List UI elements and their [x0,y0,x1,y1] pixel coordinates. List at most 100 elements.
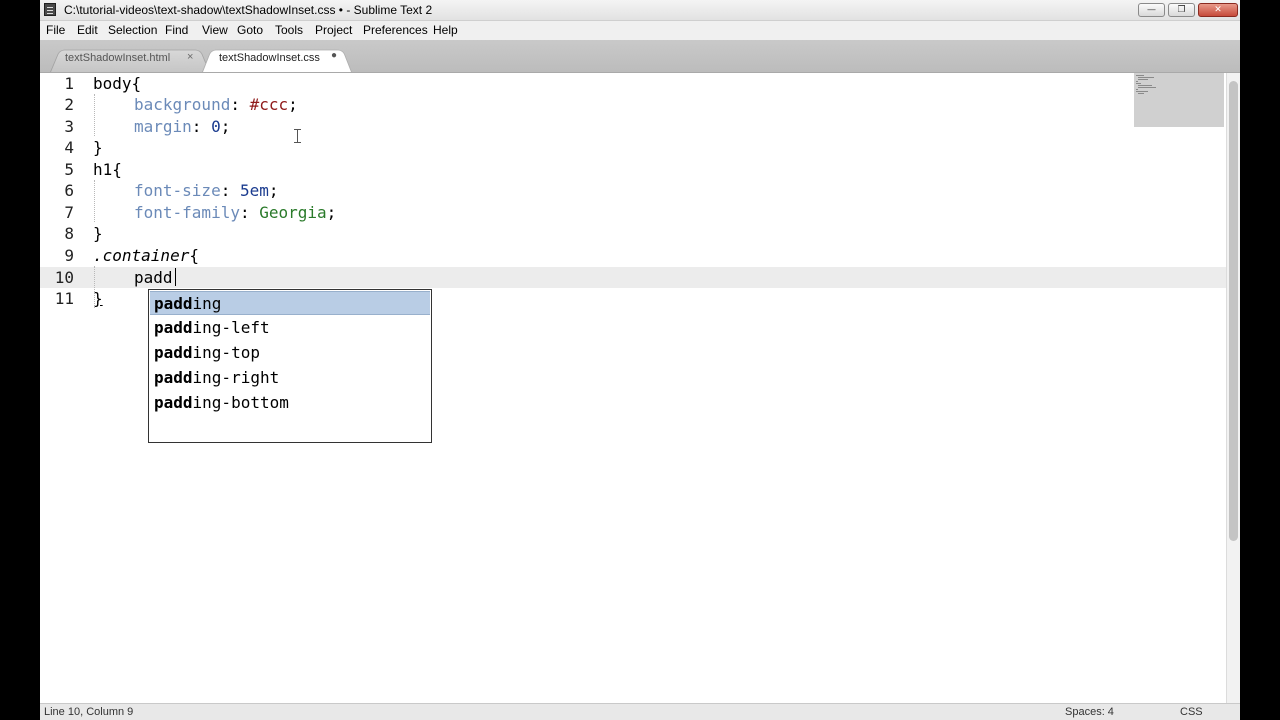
line-number: 2 [64,95,74,114]
autocomplete-rest: ing-left [192,318,270,337]
css-value: #ccc [249,95,289,114]
menu-edit[interactable]: Edit [77,23,98,37]
css-selector: body [93,74,132,93]
menu-view[interactable]: View [202,23,228,37]
code-editor[interactable]: 1 2 3 4 5 6 7 8 9 10 11 body{ background… [40,73,1226,703]
css-property: font-family [134,203,240,222]
menu-tools[interactable]: Tools [275,23,303,37]
colon: : [220,181,240,200]
code-line: body{ [93,73,141,94]
tab-label: textShadowInset.css [219,52,320,64]
colon: : [239,203,260,222]
menu-file[interactable]: File [46,23,65,37]
indent-guide [94,94,95,136]
maximize-button[interactable]: ❐ [1168,3,1195,17]
css-value: Georgia [259,203,327,222]
open-brace: { [112,160,122,179]
line-number: 7 [64,203,74,222]
line-number: 1 [64,74,74,93]
autocomplete-match: padd [154,318,193,337]
line-number: 4 [64,138,74,157]
code-line: } [93,289,103,308]
autocomplete-match: padd [154,368,193,387]
tab-html-file[interactable]: textShadowInset.html × [50,46,210,72]
code-line: font-family: Georgia; [134,202,336,223]
minimap-line [1138,79,1148,80]
autocomplete-item[interactable]: padding-right [150,366,430,390]
css-property: background [134,95,231,114]
menu-selection[interactable]: Selection [108,23,157,37]
cursor-position: Line 10, Column 9 [44,706,134,718]
line-number: 9 [64,246,74,265]
autocomplete-item[interactable]: padding-bottom [150,391,430,415]
minimap-line [1138,93,1144,94]
code-line: margin: 0; [134,116,230,137]
autocomplete-match: padd [154,393,193,412]
tab-close-icon[interactable]: × [187,51,193,63]
vertical-scrollbar[interactable] [1226,73,1240,703]
code-line: } [93,224,103,243]
minimap-line [1136,75,1144,76]
tab-label: textShadowInset.html [65,52,171,64]
semicolon: ; [268,181,279,200]
code-line: padd [134,268,173,287]
scroll-thumb[interactable] [1229,81,1238,541]
minimap[interactable] [1134,73,1224,127]
minimap-line [1136,83,1141,84]
autocomplete-rest: ing [192,294,222,313]
css-property: font-size [134,181,221,200]
close-button[interactable]: ✕ [1198,3,1238,17]
semicolon: ; [288,95,298,114]
autocomplete-item[interactable]: padding [150,291,430,315]
semicolon: ; [220,117,231,136]
css-selector: .container [93,246,190,265]
line-number: 3 [64,117,74,136]
minimize-button[interactable]: — [1138,3,1165,17]
unsaved-dot-icon: ● [331,50,338,61]
autocomplete-popup: padding padding-left padding-top padding… [148,289,432,443]
css-value: 5em [239,181,269,200]
code-line: .container{ [93,245,199,266]
minimap-line [1138,85,1152,86]
menu-project[interactable]: Project [315,23,352,37]
colon: : [230,95,250,114]
ibeam-cursor-icon [294,129,304,143]
menu-goto[interactable]: Goto [237,23,263,37]
autocomplete-item[interactable]: padding-left [150,316,430,340]
autocomplete-item[interactable]: padding-top [150,341,430,365]
css-value: 0 [211,117,221,136]
indent-guide [94,180,95,222]
indentation-setting[interactable]: Spaces: 4 [1065,706,1114,718]
tab-bar: textShadowInset.html × textShadowInset.c… [40,40,1240,73]
autocomplete-match: padd [154,343,193,362]
menu-find[interactable]: Find [165,23,188,37]
tab-css-file[interactable]: textShadowInset.css ● [202,46,352,72]
autocomplete-rest: ing-top [192,343,260,362]
minimap-line [1138,87,1156,88]
menu-preferences[interactable]: Preferences [363,23,428,37]
css-property: margin [134,117,192,136]
autocomplete-rest: ing-right [192,368,280,387]
syntax-setting[interactable]: CSS [1180,706,1203,718]
menu-bar: File Edit Selection Find View Goto Tools… [40,21,1240,40]
menu-help[interactable]: Help [433,23,458,37]
semicolon: ; [326,203,337,222]
text-caret [175,268,176,286]
code-line: background: #ccc; [134,94,298,115]
open-brace: { [131,74,142,93]
line-number: 5 [64,160,74,179]
colon: : [191,117,212,136]
window-title: C:\tutorial-videos\text-shadow\textShado… [64,3,433,17]
sublime-window: C:\tutorial-videos\text-shadow\textShado… [40,0,1240,720]
title-bar: C:\tutorial-videos\text-shadow\textShado… [40,0,1240,21]
autocomplete-match: padd [154,294,193,313]
css-selector: h1 [93,160,113,179]
minimap-line [1138,77,1154,78]
autocomplete-rest: ing-bottom [192,393,289,412]
code-line: h1{ [93,159,122,180]
sublime-app-icon [44,3,56,16]
line-number: 11 [54,289,74,308]
minimap-line [1136,81,1138,82]
status-bar: Line 10, Column 9 Spaces: 4 CSS [40,703,1240,720]
current-line-highlight [40,267,1226,288]
